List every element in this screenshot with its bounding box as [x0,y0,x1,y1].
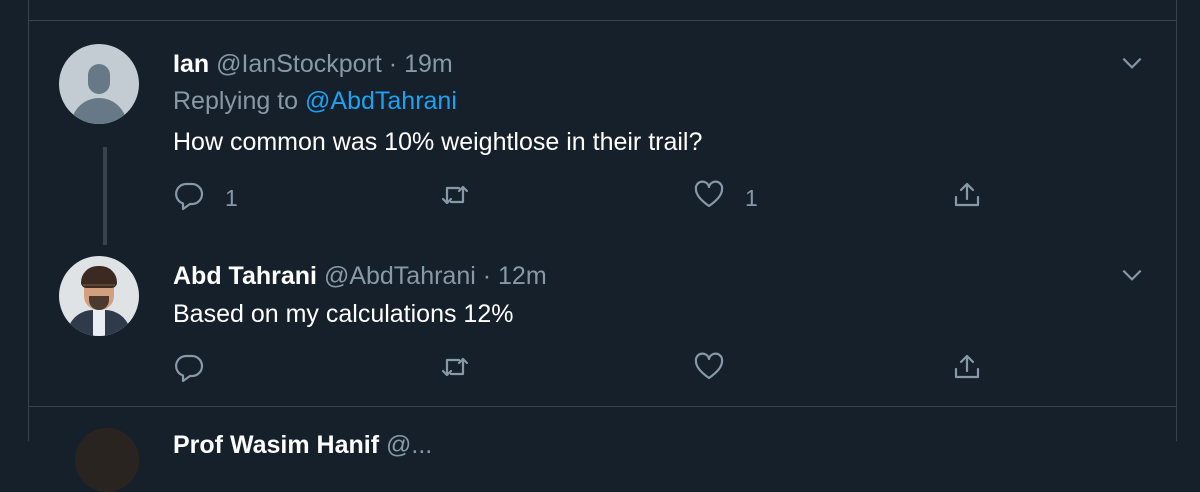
retweet-icon [439,179,471,217]
mention-link[interactable]: @AbdTahrani [305,87,457,115]
tweet-ian[interactable]: Ian @IanStockport · 19m Replying to @Abd… [29,20,1176,252]
user-handle[interactable]: @IanStockport [216,50,382,78]
reply-count: 1 [225,184,238,211]
replying-to-label: Replying to [173,87,299,115]
tweet-header: Abd Tahrani @AbdTahrani · 12m [173,261,547,291]
chevron-down-icon[interactable] [1119,50,1145,76]
like-count: 1 [745,184,758,211]
retweet-button[interactable] [439,350,491,390]
separator-dot: · [482,262,492,290]
chevron-down-icon[interactable] [1119,262,1145,288]
user-body-shape [71,98,127,124]
avatar-glasses [83,284,115,293]
retweet-button[interactable] [439,178,491,218]
heart-icon [693,179,725,217]
tweet-text: Based on my calculations 12% [173,300,514,328]
avatar-shirt [93,310,105,336]
reply-button[interactable] [173,350,225,390]
user-handle[interactable]: @... [386,431,432,459]
user-head-shape [88,64,110,94]
tweet-time[interactable]: 19m [404,50,453,78]
heart-icon [693,351,725,389]
separator-dot: · [388,50,398,78]
share-icon [951,351,983,389]
display-name[interactable]: Abd Tahrani [173,262,317,290]
like-button[interactable]: 1 [693,178,758,218]
retweet-icon [439,351,471,389]
divider [29,406,1176,407]
share-button[interactable] [951,350,983,390]
next-tweet-header: Prof Wasim Hanif @... [173,430,432,460]
conversation-thread: Ian @IanStockport · 19m Replying to @Abd… [28,0,1177,492]
reply-icon [173,179,205,217]
share-icon [951,179,983,217]
share-button[interactable] [951,178,983,218]
tweet-actions: 1 1 [173,178,1013,218]
thread-connector-line [103,147,107,245]
tweet-time[interactable]: 12m [498,262,547,290]
avatar[interactable] [75,428,139,492]
avatar[interactable] [59,256,139,336]
like-button[interactable] [693,350,745,390]
display-name[interactable]: Ian [173,50,209,78]
avatar[interactable] [59,44,139,124]
replying-to: Replying to @AbdTahrani [173,86,457,116]
user-handle[interactable]: @AbdTahrani [324,262,476,290]
reply-button[interactable]: 1 [173,178,238,218]
reply-icon [173,351,205,389]
tweet-header: Ian @IanStockport · 19m [173,49,453,79]
tweet-text: How common was 10% weightlose in their t… [173,128,703,156]
tweet-actions [173,350,1013,390]
display-name[interactable]: Prof Wasim Hanif [173,431,379,459]
tweet-abd-tahrani[interactable]: Abd Tahrani @AbdTahrani · 12m Based on m… [29,252,1176,406]
